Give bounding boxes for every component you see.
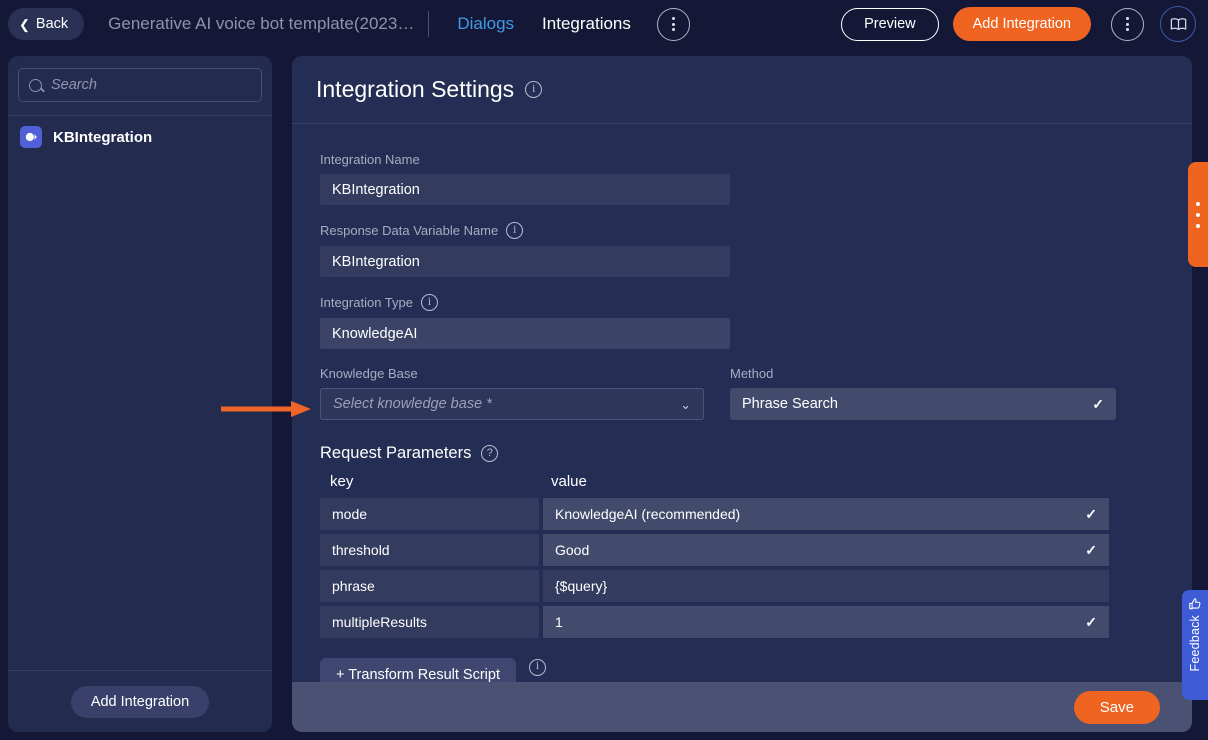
tab-dialogs[interactable]: Dialogs (457, 14, 514, 34)
integration-type-input[interactable]: KnowledgeAI (320, 318, 730, 349)
field-method: Method Phrase Search ✓ (730, 366, 1116, 420)
table-row: multipleResults 1 ✓ (320, 606, 1109, 638)
chevron-down-icon-multipleresults: ✓ (1085, 614, 1097, 630)
param-value-select[interactable]: KnowledgeAI (recommended) ✓ (543, 498, 1109, 530)
info-icon-transform-script[interactable]: i (528, 658, 546, 676)
knowledge-base-select[interactable]: Select knowledge base * ⌄ (320, 388, 704, 420)
param-value-select[interactable]: 1 ✓ (543, 606, 1109, 638)
param-key: phrase (320, 570, 539, 602)
integration-name-input[interactable]: KBIntegration (320, 174, 730, 205)
method-value: Phrase Search (742, 396, 838, 412)
search-box[interactable] (18, 68, 262, 102)
knowledge-base-label: Knowledge Base (320, 366, 418, 381)
param-value-select[interactable]: Good ✓ (543, 534, 1109, 566)
table-row: phrase {$query} (320, 570, 1109, 602)
sidebar-item-label: KBIntegration (53, 128, 153, 146)
vertical-dots-icon (1196, 212, 1200, 217)
param-value-text: Good (555, 542, 590, 558)
integration-settings-panel: Integration Settings i Integration Name … (292, 56, 1192, 732)
request-parameters-table: key value mode KnowledgeAI (recommended)… (320, 473, 1109, 638)
chevron-left-icon: ❮ (19, 16, 30, 32)
column-header-value: value (551, 473, 587, 490)
back-button[interactable]: ❮ Back (8, 8, 85, 40)
integration-name-label: Integration Name (320, 152, 420, 167)
request-parameters-title: Request Parameters (320, 444, 472, 462)
feedback-label: Feedback (1188, 615, 1202, 672)
param-key: threshold (320, 534, 539, 566)
info-icon-integration-type[interactable]: i (421, 294, 438, 311)
chevron-down-icon-method: ✓ (1092, 396, 1104, 412)
tab-integrations[interactable]: Integrations (542, 14, 631, 34)
request-parameters-header: Request Parameters ? (320, 444, 1164, 463)
column-header-key: key (330, 473, 354, 490)
field-response-variable: Response Data Variable Name i KBIntegrat… (320, 222, 1164, 277)
search-container (8, 56, 272, 112)
header-divider (428, 11, 430, 37)
integrations-sidebar: KBIntegration Add Integration (8, 56, 272, 732)
field-integration-name: Integration Name KBIntegration (320, 152, 1164, 205)
param-key: mode (320, 498, 539, 530)
panel-title: Integration Settings (316, 76, 515, 102)
page-title: Generative AI voice bot template(2023… (108, 14, 415, 33)
sidebar-footer: Add Integration (8, 670, 272, 732)
sidebar-item-kbintegration[interactable]: KBIntegration (8, 116, 272, 158)
kebab-menu-icon-right[interactable] (1111, 7, 1144, 41)
param-key: multipleResults (320, 606, 539, 638)
table-header-row: key value (320, 473, 1109, 498)
response-variable-label: Response Data Variable Name i (320, 222, 1164, 239)
method-select[interactable]: Phrase Search ✓ (730, 388, 1116, 420)
vertical-dots-icon (1196, 223, 1200, 228)
info-icon-panel-title[interactable]: i (525, 81, 543, 98)
param-value-input[interactable]: {$query} (543, 570, 1109, 602)
param-value-text: KnowledgeAI (recommended) (555, 506, 741, 522)
chevron-down-icon-mode: ✓ (1085, 506, 1097, 522)
search-input[interactable] (51, 77, 251, 93)
preview-button[interactable]: Preview (841, 7, 939, 41)
integration-type-label-text: Integration Type (320, 295, 413, 310)
method-label: Method (730, 366, 774, 381)
app-root: ❮ Back Generative AI voice bot template(… (0, 0, 1208, 740)
save-button[interactable]: Save (1073, 690, 1160, 724)
add-integration-button[interactable]: Add Integration (952, 7, 1091, 41)
vertical-dots-icon (1196, 201, 1200, 206)
field-knowledge-base: Knowledge Base Select knowledge base * ⌄ (320, 366, 704, 420)
chevron-down-icon-threshold: ✓ (1085, 542, 1097, 558)
field-integration-type: Integration Type i KnowledgeAI (320, 294, 1164, 349)
open-book-icon[interactable] (1160, 6, 1196, 42)
panel-body: Integration Name KBIntegration Response … (292, 124, 1192, 732)
sidebar-add-integration-button[interactable]: Add Integration (70, 685, 210, 718)
top-bar: ❮ Back Generative AI voice bot template(… (0, 0, 1208, 48)
knowledge-base-icon (20, 126, 42, 148)
back-button-label: Back (35, 16, 69, 32)
table-row: mode KnowledgeAI (recommended) ✓ (320, 498, 1109, 530)
panel-header: Integration Settings i (292, 56, 1192, 124)
integration-type-label: Integration Type i (320, 294, 1164, 311)
knowledge-base-placeholder: Select knowledge base * (333, 396, 492, 412)
response-variable-input[interactable]: KBIntegration (320, 246, 730, 277)
kebab-menu-icon-left[interactable] (656, 7, 690, 41)
thumbs-up-icon (1189, 598, 1201, 610)
response-variable-label-text: Response Data Variable Name (320, 223, 499, 238)
chevron-down-icon-knowledge-base: ⌄ (680, 396, 691, 412)
param-value-text: {$query} (555, 578, 608, 594)
quick-menu-tab[interactable] (1188, 162, 1208, 267)
param-value-text: 1 (555, 614, 563, 630)
help-icon-request-parameters[interactable]: ? (481, 445, 499, 462)
kb-method-row: Knowledge Base Select knowledge base * ⌄… (320, 366, 1164, 420)
feedback-tab[interactable]: Feedback (1182, 590, 1208, 700)
info-icon-response-variable[interactable]: i (506, 222, 524, 239)
panel-footer: Save (292, 682, 1192, 732)
table-row: threshold Good ✓ (320, 534, 1109, 566)
search-icon (29, 78, 42, 92)
